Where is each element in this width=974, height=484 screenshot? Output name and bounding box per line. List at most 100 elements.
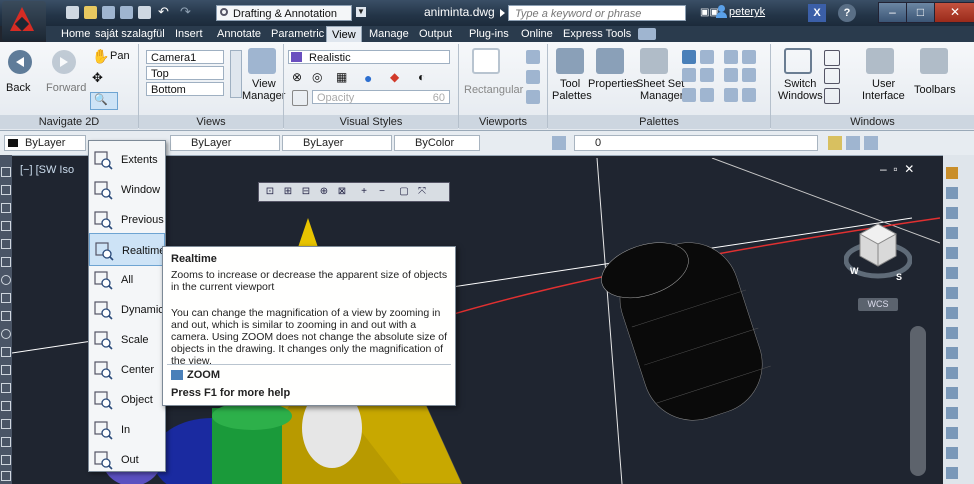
zoom-window-icon[interactable]: ⊡ (263, 185, 277, 199)
user-interface-icon[interactable] (866, 48, 894, 74)
palette-icon-6[interactable] (700, 88, 714, 102)
edge-settings-icon[interactable]: ⊗ (292, 70, 302, 84)
back-arrow-icon[interactable] (6, 48, 34, 76)
zoom-menu-item[interactable]: Extents (89, 143, 165, 176)
tab-view[interactable]: View (326, 26, 362, 43)
palette-icon-3[interactable] (682, 68, 696, 82)
zoom-in-icon[interactable]: + (357, 185, 371, 199)
rectangular-label[interactable]: Rectangular (464, 84, 523, 96)
circle-icon[interactable] (1, 275, 11, 285)
gradient-icon[interactable] (1, 437, 11, 447)
chamfer-icon[interactable] (946, 427, 958, 439)
pan-hand-icon[interactable]: ✋ (92, 48, 109, 65)
view-item-bottom[interactable]: Bottom (146, 82, 224, 96)
point-icon[interactable] (1, 401, 11, 411)
line-icon[interactable] (1, 167, 11, 177)
redo-icon[interactable]: ↷ (180, 4, 191, 20)
design-center-icon[interactable] (682, 50, 696, 64)
make-block-icon[interactable] (1, 383, 11, 393)
move-icon[interactable] (946, 267, 958, 279)
windows-label[interactable]: Windows (778, 90, 823, 102)
ellipse-icon[interactable] (1, 329, 11, 339)
zoom-menu-item[interactable]: Out (89, 443, 165, 476)
expand-arrow-icon[interactable] (500, 9, 505, 17)
zoom-dropdown-button[interactable]: 🔍 (90, 92, 118, 110)
user-icon[interactable] (716, 5, 727, 19)
properties-label[interactable]: Properties (588, 78, 638, 90)
ribbon-minimize-icon[interactable] (638, 28, 656, 40)
visual-styles-panel-title[interactable]: Visual Styles (284, 115, 458, 129)
viewport-label[interactable]: [−] [SW Iso (20, 164, 74, 176)
close-button[interactable]: ✕ (934, 2, 974, 23)
tab-output[interactable]: Output (414, 26, 457, 42)
new-file-icon[interactable] (66, 6, 79, 19)
scale-icon[interactable] (946, 307, 958, 319)
switch-label[interactable]: Switch (784, 78, 816, 90)
linetype-select[interactable]: ByLayer (282, 135, 392, 151)
workspace-selector[interactable]: Drafting & Annotation (216, 5, 352, 21)
polyline-icon[interactable] (1, 203, 11, 213)
viewports-panel-title[interactable]: Viewports (459, 115, 547, 129)
palette-icon-11[interactable] (724, 88, 738, 102)
palette-icon-4[interactable] (700, 68, 714, 82)
save-as-icon[interactable] (120, 6, 133, 19)
zoom-menu-item[interactable]: All (89, 263, 165, 296)
xray-icon[interactable]: ◎ (312, 70, 322, 84)
palette-icon-9[interactable] (724, 68, 738, 82)
tab-manage[interactable]: Manage (364, 26, 414, 42)
forward-arrow-icon[interactable] (50, 48, 78, 76)
tab-parametric[interactable]: Parametric (266, 26, 329, 42)
color-icon[interactable]: ◆ (390, 70, 399, 84)
layer-previous-icon[interactable] (846, 136, 860, 150)
zoom-object-icon[interactable]: ⊠ (335, 185, 349, 199)
navigation-bar[interactable] (910, 326, 926, 476)
zoom-menu-item[interactable]: Dynamic (89, 293, 165, 326)
zoom-dynamic-icon[interactable]: ⊞ (281, 185, 295, 199)
zoom-menu-item[interactable]: Scale (89, 323, 165, 356)
hatch-icon[interactable] (1, 419, 11, 429)
layer-state-select[interactable]: 0 (574, 135, 818, 151)
opacity-slider[interactable]: Opacity 60 (312, 90, 450, 104)
tab-online[interactable]: Online (516, 26, 558, 42)
erase-icon[interactable] (946, 167, 958, 179)
mirror-icon[interactable] (946, 207, 958, 219)
material-sphere-icon[interactable]: ● (364, 70, 372, 86)
pan-label[interactable]: Pan (110, 50, 130, 62)
table-icon[interactable] (1, 471, 11, 481)
shadow-icon[interactable]: ▦ (336, 70, 347, 84)
views-scrollbar[interactable] (230, 50, 242, 98)
zoom-menu-item[interactable]: Previous (89, 203, 165, 236)
palettes-label[interactable]: Palettes (552, 90, 592, 102)
view-manager-icon[interactable] (248, 48, 276, 74)
palette-icon-5[interactable] (682, 88, 696, 102)
construction-line-icon[interactable] (1, 185, 11, 195)
viewport-controls[interactable]: – ▫ ✕ (880, 162, 914, 176)
maximize-button[interactable]: □ (906, 2, 935, 23)
extend-icon[interactable] (946, 367, 958, 379)
zoom-center-icon[interactable]: ⊕ (317, 185, 331, 199)
zoom-all-icon[interactable]: ▢ (397, 185, 411, 199)
wcs-menu[interactable]: WCS (858, 298, 898, 311)
tab-custom[interactable]: saját szalagfül (90, 26, 170, 42)
zoom-menu-item[interactable]: Realtime (89, 233, 165, 266)
rectangular-viewport-icon[interactable] (472, 48, 500, 74)
cascade-icon[interactable] (824, 88, 840, 104)
explode-icon[interactable] (946, 467, 958, 479)
zoom-menu-item[interactable]: Center (89, 353, 165, 386)
open-file-icon[interactable] (84, 6, 97, 19)
face-style-icon[interactable]: ◐ (418, 70, 425, 84)
spline-icon[interactable] (1, 311, 11, 321)
binoculars-icon[interactable]: ▣▣ (700, 7, 719, 18)
view-item-top[interactable]: Top (146, 66, 224, 80)
toolbars-icon[interactable] (920, 48, 948, 74)
make-current-icon[interactable] (828, 136, 842, 150)
view-item-camera1[interactable]: Camera1 (146, 50, 224, 64)
break-icon[interactable] (946, 387, 958, 399)
save-icon[interactable] (102, 6, 115, 19)
help-icon[interactable]: ? (838, 4, 856, 22)
zoom-out-icon[interactable]: − (375, 185, 389, 199)
view-manager-label-1[interactable]: View (252, 78, 276, 90)
switch-windows-icon[interactable] (784, 48, 812, 74)
insert-block-icon[interactable] (1, 365, 11, 375)
tab-plugins[interactable]: Plug-ins (464, 26, 514, 42)
